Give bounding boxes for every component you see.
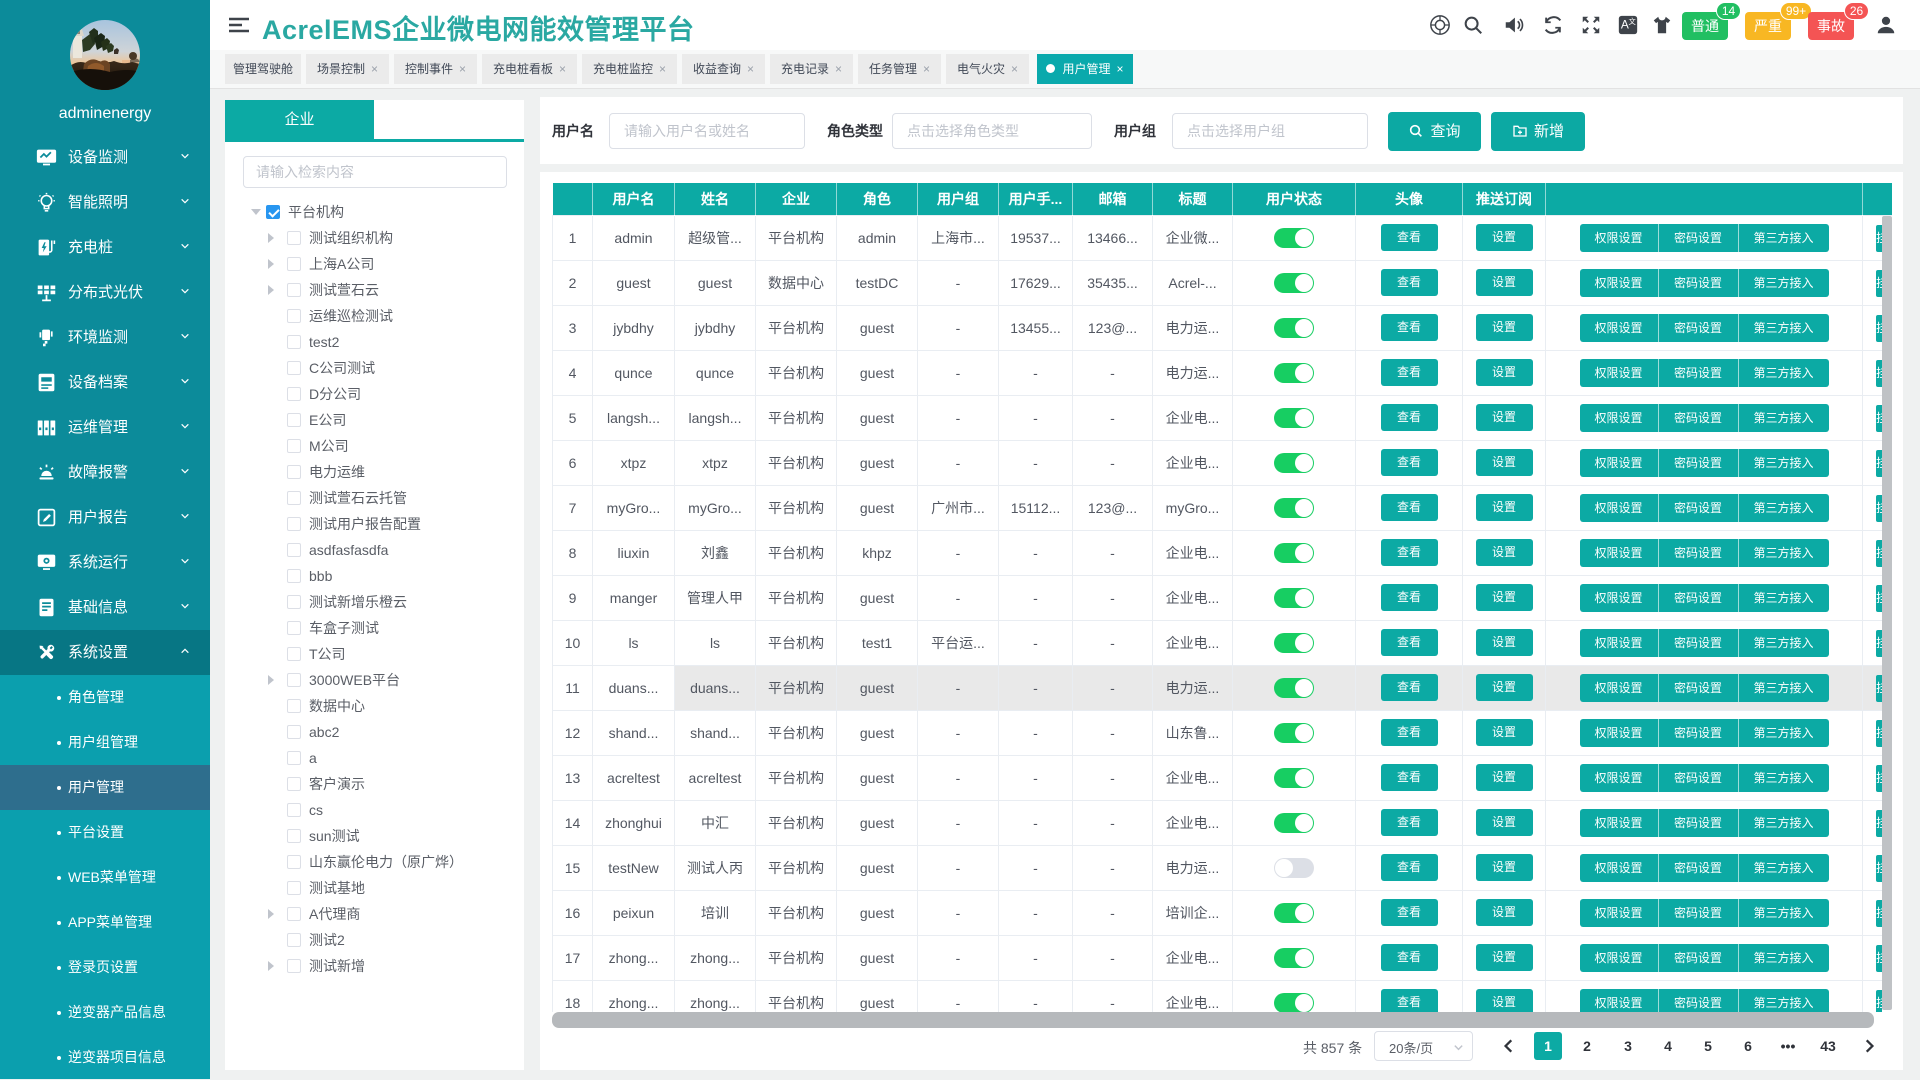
svg-text:文: 文 — [1628, 17, 1636, 26]
